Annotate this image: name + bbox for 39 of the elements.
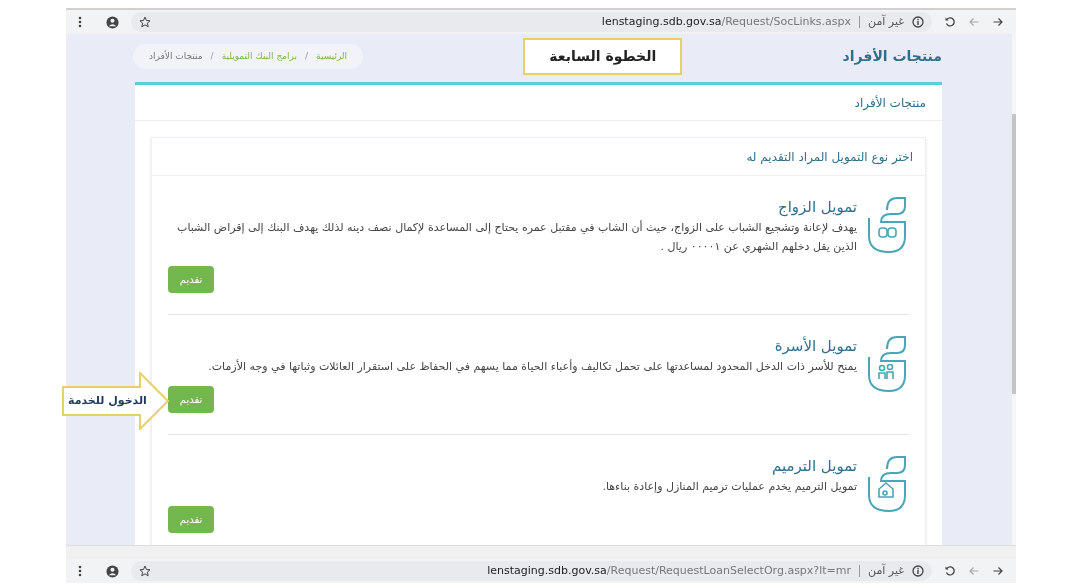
apply-button[interactable]: تقديم <box>168 266 214 293</box>
menu-icon[interactable] <box>78 565 82 577</box>
apply-button[interactable]: تقديم <box>168 386 214 413</box>
breadcrumb-item[interactable]: الرئيسية <box>316 49 348 64</box>
product-description: يمنح للأسر ذات الدخل المحدود لمساعدتها على تحمل تكاليف وأعباء الحياة مما يسهم في الحفاظ على استقرار العائلات وثباتها في وجه الأزمات. <box>207 358 857 375</box>
emblem-icon <box>865 455 909 513</box>
account-icon[interactable] <box>106 15 119 29</box>
product-description: يهدف لإعانة وتشجيع الشباب على الزواج، حيث أن الشاب في مقتبل عمره يحتاج إلى المساعدة لإكمال نصف دينه لذلك يهدف البنك إلى إقراض الشباب الذين يقل دخلهم الشهري عن ٠٠٠٠١ ريال . <box>176 219 857 255</box>
breadcrumb-item[interactable]: برامج البنك التمويلية <box>221 49 298 64</box>
page-title: منتجات الأفراد <box>842 47 942 67</box>
security-label: غير آمن <box>868 562 904 579</box>
product-title: تمويل الزواج <box>777 197 857 218</box>
reload-icon[interactable] <box>944 565 956 577</box>
emblem-icon <box>865 335 909 393</box>
url-text[interactable]: lenstaging.sdb.gov.sa/Request/RequestLoanSelectOrg.aspx?lt=mr <box>487 562 852 580</box>
card-title: منتجات الأفراد <box>854 94 926 112</box>
star-icon[interactable] <box>139 565 151 577</box>
product-title: تمويل الأسرة <box>773 335 857 357</box>
breadcrumb-separator: / <box>210 49 214 63</box>
scrollbar[interactable] <box>1012 34 1016 545</box>
forward-icon[interactable] <box>992 565 1004 577</box>
product-description: تمويل الترميم يخدم عمليات ترميم المنازل وإعادة بناءها. <box>601 479 857 495</box>
url-text[interactable]: lenstaging.sdb.gov.sa/Request/SocLinks.aspx <box>601 13 852 31</box>
forward-icon[interactable] <box>992 16 1004 28</box>
breadcrumb-item: منتجات الأفراد <box>149 49 203 63</box>
star-icon[interactable] <box>139 16 151 28</box>
section-title: اختر نوع التمويل المراد التقديم له <box>746 148 913 166</box>
product-title: تمويل الترميم <box>771 456 857 477</box>
callout-text: الدخول للخدمة <box>68 393 147 409</box>
info-icon[interactable] <box>912 565 924 577</box>
info-icon[interactable] <box>912 16 924 28</box>
account-icon[interactable] <box>106 564 119 578</box>
apply-button[interactable]: تقديم <box>168 506 214 533</box>
emblem-icon <box>865 196 909 254</box>
reload-icon[interactable] <box>944 16 956 28</box>
step-label: الخطوة السابعة <box>523 38 683 75</box>
menu-icon[interactable] <box>78 16 82 28</box>
security-label: غير آمن <box>868 13 904 30</box>
breadcrumb-separator: / <box>305 49 309 63</box>
